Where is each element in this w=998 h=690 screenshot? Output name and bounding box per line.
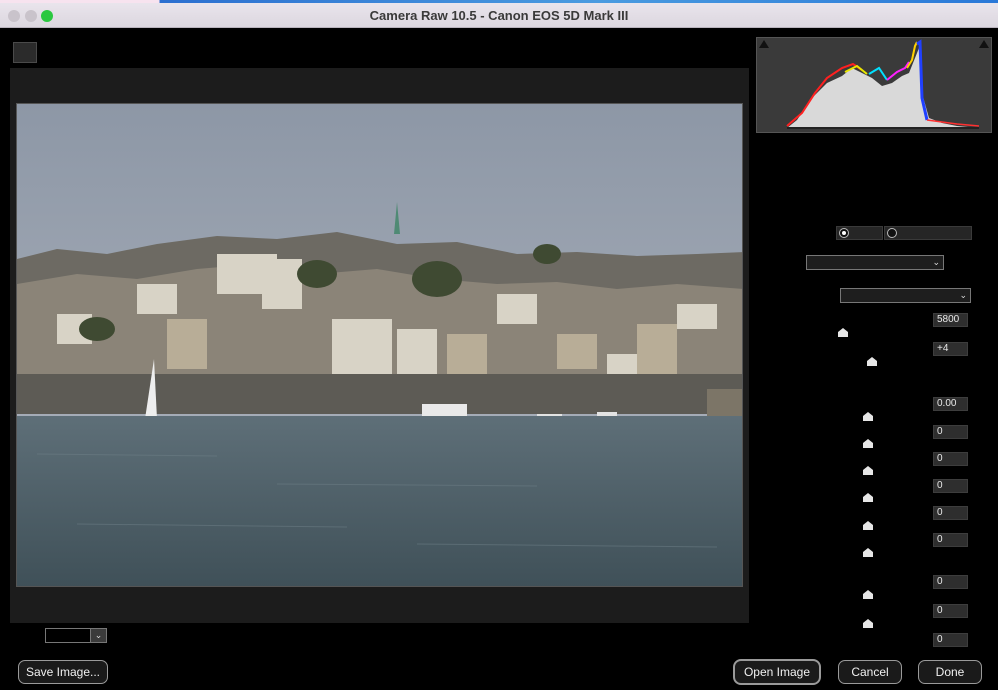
contrast-input[interactable]: 0 <box>933 425 968 439</box>
chevron-down-icon: ⌄ <box>932 257 940 267</box>
highlights-slider-thumb[interactable] <box>863 466 873 475</box>
harbour-photo <box>17 104 742 586</box>
radio-unselected-icon <box>887 228 897 238</box>
whites-slider-thumb[interactable] <box>863 521 873 530</box>
toolbar-tool-button[interactable] <box>13 42 37 63</box>
chevron-down-icon: ⌄ <box>959 290 967 300</box>
radio-option-2[interactable] <box>884 226 972 240</box>
exposure-input[interactable]: 0.00 <box>933 397 968 411</box>
blacks-input[interactable]: 0 <box>933 533 968 547</box>
vibrance-slider-thumb[interactable] <box>863 619 873 628</box>
view-mode-radio-group <box>836 226 972 240</box>
window-title: Camera Raw 10.5 - Canon EOS 5D Mark III <box>369 8 629 23</box>
blacks-slider-thumb[interactable] <box>863 548 873 557</box>
shadow-clipping-warning-icon[interactable] <box>759 40 769 48</box>
profile-dropdown[interactable]: ⌄ <box>806 255 944 270</box>
saturation-input[interactable]: 0 <box>933 633 968 647</box>
contrast-slider-thumb[interactable] <box>863 439 873 448</box>
title-bar: Camera Raw 10.5 - Canon EOS 5D Mark III <box>0 0 998 28</box>
title-bar-accent <box>0 0 998 3</box>
highlight-clipping-warning-icon[interactable] <box>979 40 989 48</box>
preview-image <box>16 103 743 587</box>
exposure-slider-thumb[interactable] <box>863 412 873 421</box>
radio-option-1[interactable] <box>836 226 883 240</box>
done-button[interactable]: Done <box>918 660 982 684</box>
temperature-input[interactable]: 5800 <box>933 313 968 327</box>
highlights-input[interactable]: 0 <box>933 452 968 466</box>
whites-input[interactable]: 0 <box>933 506 968 520</box>
chevron-down-icon: ⌄ <box>90 629 106 642</box>
tint-input[interactable]: +4 <box>933 342 968 356</box>
shadows-slider-thumb[interactable] <box>863 493 873 502</box>
cancel-button[interactable]: Cancel <box>838 660 902 684</box>
histogram <box>756 37 992 133</box>
radio-selected-icon <box>839 228 849 238</box>
shadows-input[interactable]: 0 <box>933 479 968 493</box>
tint-slider-thumb[interactable] <box>867 357 877 366</box>
clarity-slider-thumb[interactable] <box>863 590 873 599</box>
zoom-level-select[interactable]: ⌄ <box>45 628 107 643</box>
open-image-button[interactable]: Open Image <box>734 660 820 684</box>
vibrance-input[interactable]: 0 <box>933 604 968 618</box>
save-image-button[interactable]: Save Image... <box>18 660 108 684</box>
temperature-slider-thumb[interactable] <box>838 328 848 337</box>
white-balance-dropdown[interactable]: ⌄ <box>840 288 971 303</box>
histogram-graph <box>786 39 980 129</box>
clarity-input[interactable]: 0 <box>933 575 968 589</box>
